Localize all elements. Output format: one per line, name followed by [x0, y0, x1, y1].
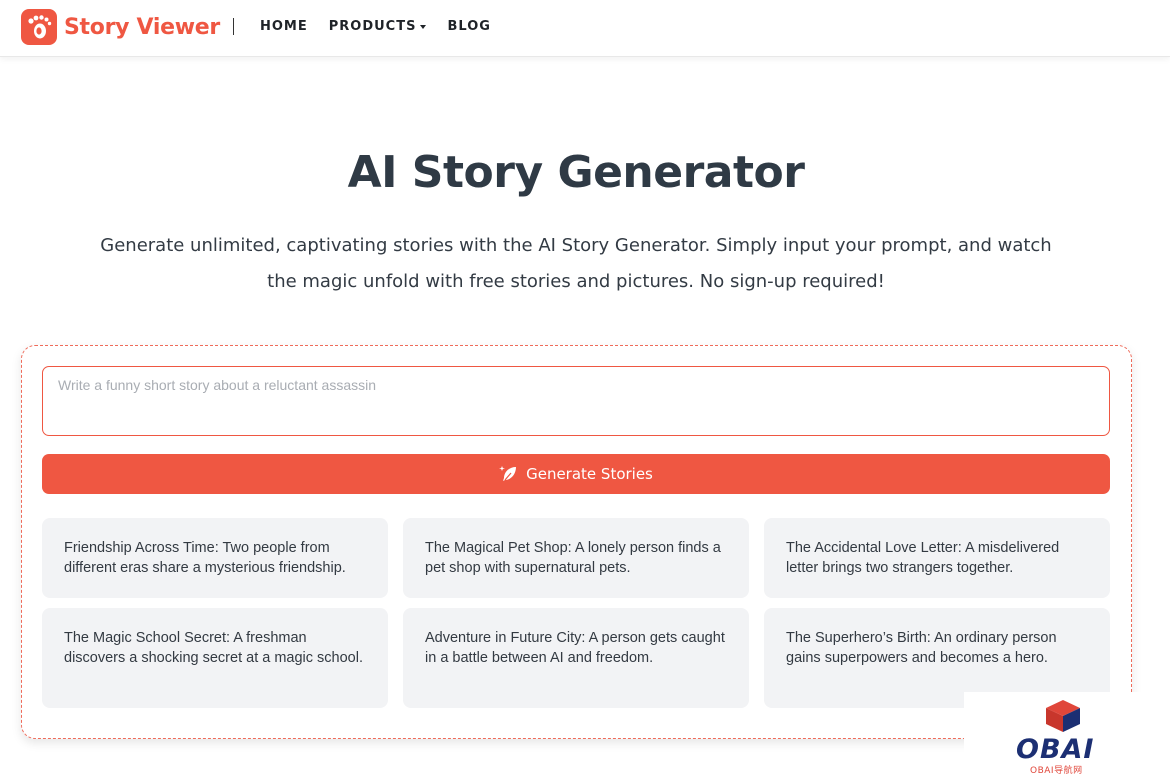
main-nav: HOME PRODUCTS BLOG: [260, 19, 491, 34]
watermark-text: OBAI: [1016, 734, 1095, 765]
feather-sparkle-icon: [499, 466, 517, 481]
brand-logo[interactable]: Story Viewer: [21, 9, 220, 45]
suggestion-card[interactable]: The Accidental Love Letter: A misdeliver…: [764, 518, 1110, 598]
caret-down-icon: [420, 25, 427, 29]
suggestion-card[interactable]: The Magic School Secret: A freshman disc…: [42, 608, 388, 708]
page-subtitle: Generate unlimited, captivating stories …: [100, 235, 1052, 292]
nav-blog[interactable]: BLOG: [447, 19, 490, 34]
suggestion-card[interactable]: Friendship Across Time: Two people from …: [42, 518, 388, 598]
page-title: AI Story Generator: [347, 147, 805, 198]
nav-divider: [233, 18, 234, 35]
prompt-input[interactable]: [42, 366, 1110, 436]
watermark-subtext: OBAI导航网: [1030, 766, 1083, 776]
cube-logo-icon: [1046, 700, 1080, 732]
footprint-icon: [21, 9, 57, 45]
nav-home-label: HOME: [260, 19, 308, 34]
nav-products-label: PRODUCTS: [328, 19, 417, 34]
generate-stories-button[interactable]: Generate Stories: [42, 454, 1110, 494]
generator-card: Generate Stories Friendship Across Time:…: [21, 345, 1132, 739]
nav-blog-label: BLOG: [447, 19, 491, 34]
generate-stories-label: Generate Stories: [526, 465, 653, 483]
nav-home[interactable]: HOME: [260, 19, 308, 34]
site-header: Story Viewer HOME PRODUCTS BLOG: [0, 0, 1170, 57]
nav-products[interactable]: PRODUCTS: [329, 19, 427, 34]
suggestion-card[interactable]: The Magical Pet Shop: A lonely person fi…: [403, 518, 749, 598]
suggestion-card[interactable]: Adventure in Future City: A person gets …: [403, 608, 749, 708]
brand-name: Story Viewer: [64, 14, 220, 40]
watermark: OBAI OBAI导航网: [964, 692, 1170, 782]
